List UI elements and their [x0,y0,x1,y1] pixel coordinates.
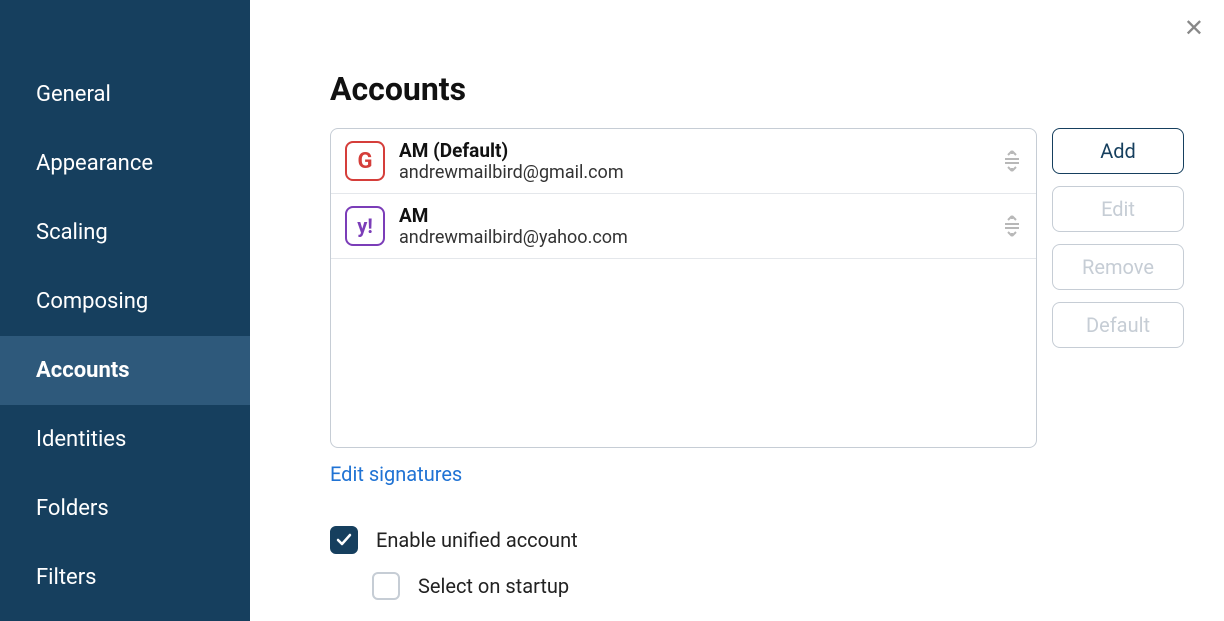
account-row[interactable]: G AM (Default) andrewmailbird@gmail.com [331,129,1036,194]
sidebar-item-appearance[interactable]: Appearance [0,129,250,198]
check-icon [335,531,353,549]
accounts-list: G AM (Default) andrewmailbird@gmail.com [330,128,1037,448]
default-account-button: Default [1052,302,1184,348]
drag-handle-icon[interactable] [1002,214,1022,238]
enable-unified-checkbox[interactable] [330,526,358,554]
edit-signatures-link[interactable]: Edit signatures [330,462,462,486]
select-on-startup-label: Select on startup [418,574,569,598]
settings-sidebar: General Appearance Scaling Composing Acc… [0,0,250,621]
close-icon: ✕ [1184,14,1204,42]
sidebar-item-composing[interactable]: Composing [0,267,250,336]
sidebar-item-identities[interactable]: Identities [0,405,250,474]
yahoo-icon: y! [345,206,385,246]
select-on-startup-checkbox[interactable] [372,572,400,600]
sidebar-item-folders[interactable]: Folders [0,474,250,543]
account-name: AM (Default) [399,139,988,162]
main-panel: ✕ Accounts G AM (Default) andrewmailbird… [250,0,1224,621]
sidebar-item-general[interactable]: General [0,60,250,129]
account-info: AM andrewmailbird@yahoo.com [399,204,988,248]
sidebar-item-accounts[interactable]: Accounts [0,336,250,405]
account-options: Enable unified account Select on startup [330,526,1184,600]
edit-account-button: Edit [1052,186,1184,232]
close-button[interactable]: ✕ [1184,16,1204,40]
sidebar-item-filters[interactable]: Filters [0,543,250,612]
google-icon: G [345,141,385,181]
account-info: AM (Default) andrewmailbird@gmail.com [399,139,988,183]
sidebar-item-scaling[interactable]: Scaling [0,198,250,267]
account-row[interactable]: y! AM andrewmailbird@yahoo.com [331,194,1036,259]
remove-account-button: Remove [1052,244,1184,290]
enable-unified-label: Enable unified account [376,528,578,552]
account-name: AM [399,204,988,227]
page-title: Accounts [330,70,1184,108]
add-account-button[interactable]: Add [1052,128,1184,174]
account-email: andrewmailbird@yahoo.com [399,227,988,248]
account-email: andrewmailbird@gmail.com [399,162,988,183]
drag-handle-icon[interactable] [1002,149,1022,173]
account-action-buttons: Add Edit Remove Default [1052,128,1184,348]
